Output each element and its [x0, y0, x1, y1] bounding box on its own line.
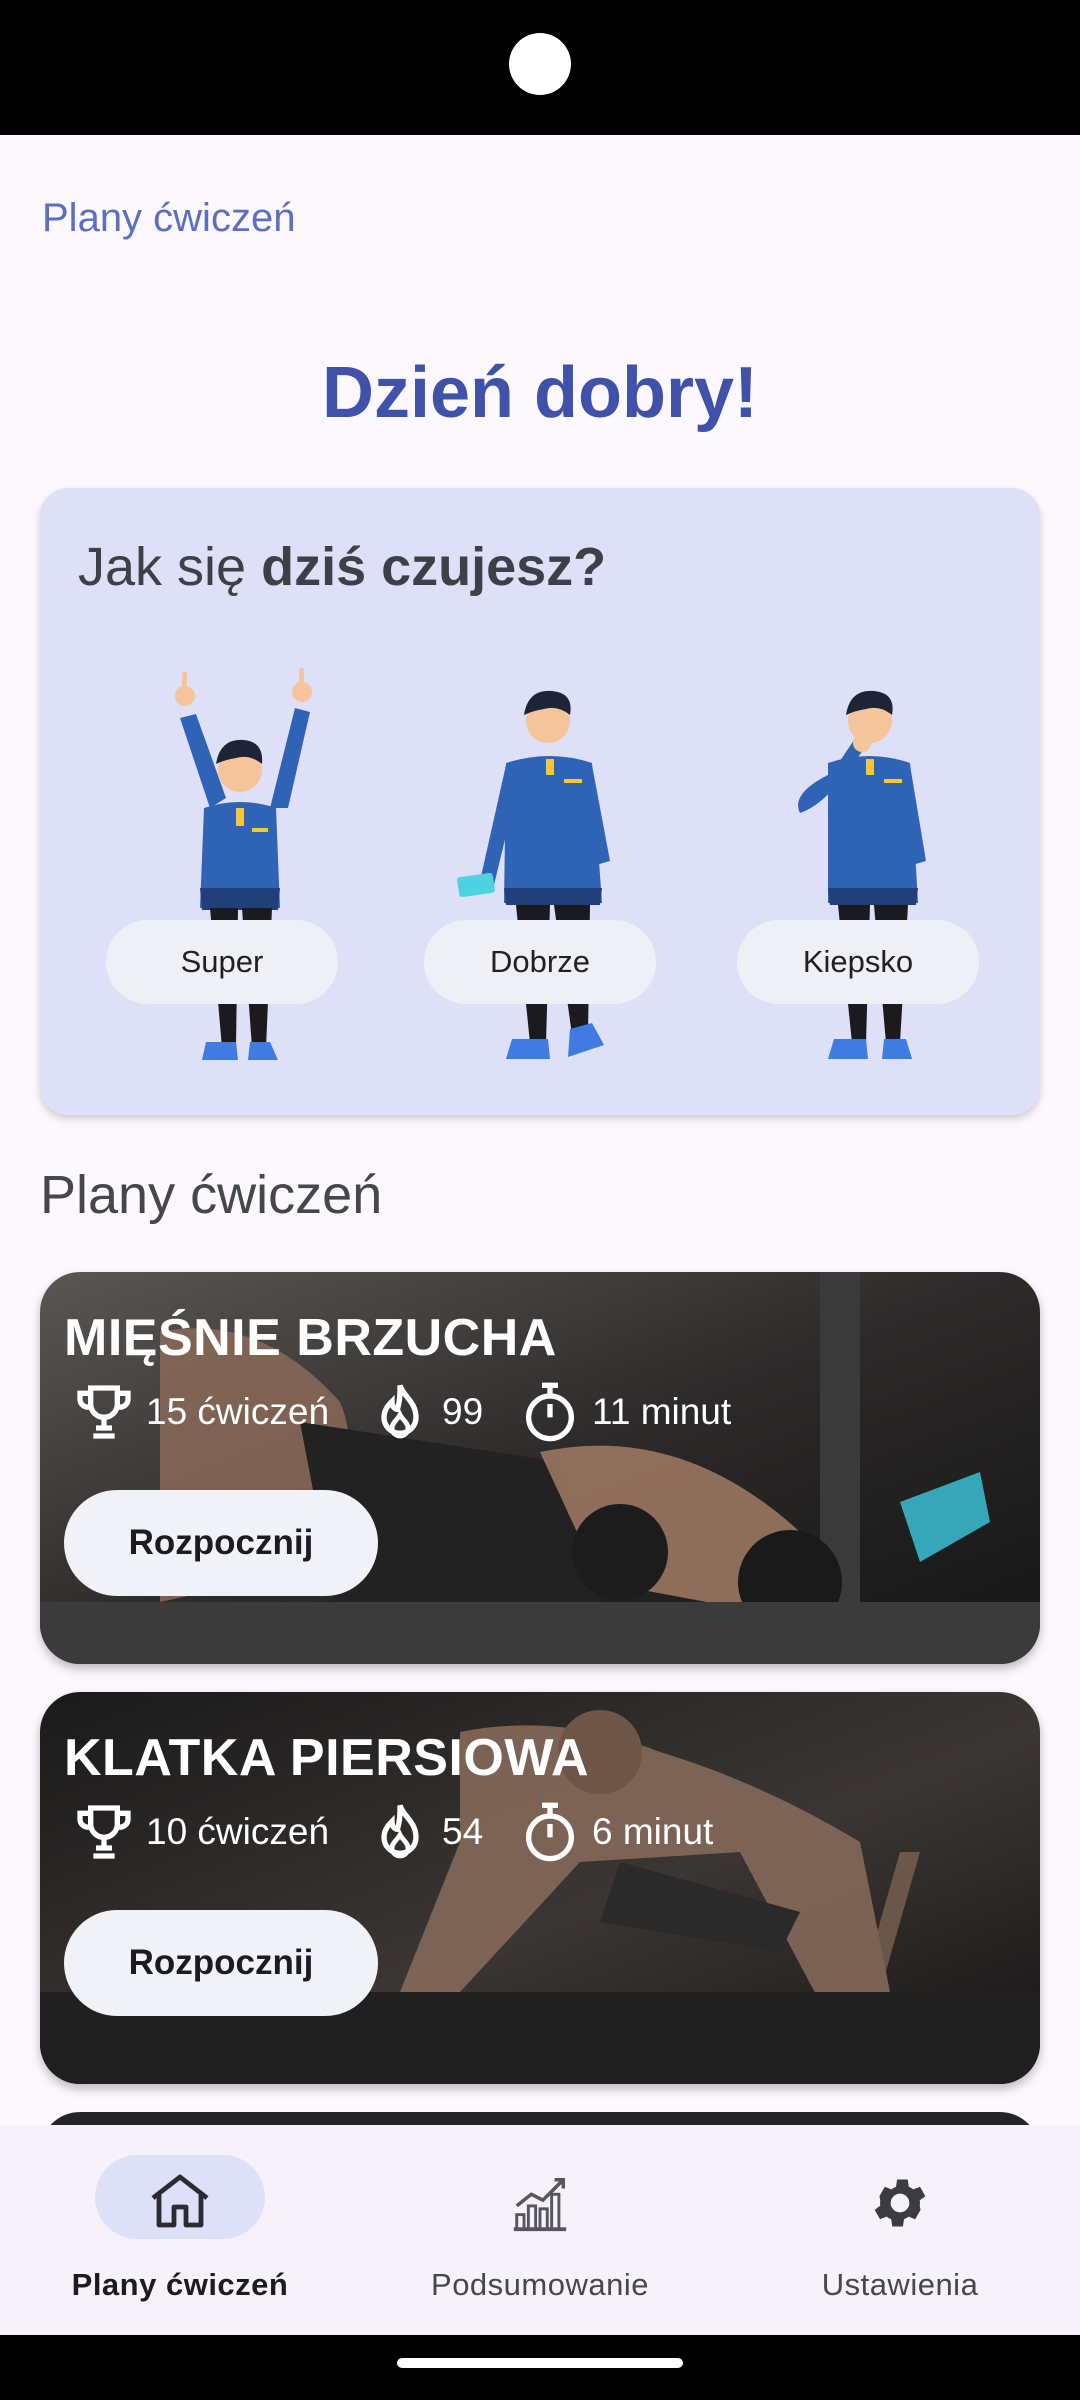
exercise-count-label: 15 ćwiczeń [146, 1391, 330, 1432]
status-bar [0, 0, 1080, 135]
plan-title: KLATKA PIERSIOWA [64, 1729, 590, 1787]
calories-stat: 99 [368, 1376, 483, 1448]
trophy-icon [77, 1385, 131, 1439]
trophy-icon [77, 1805, 131, 1859]
nav-label-plans: Plany ćwiczeń [71, 2267, 289, 2302]
mood-super-button[interactable]: Super [106, 920, 338, 1004]
calories-stat: 54 [368, 1796, 483, 1868]
start-button[interactable]: Rozpocznij [64, 1490, 378, 1596]
camera-cutout [509, 33, 571, 95]
exercise-count: 10 ćwiczeń [72, 1796, 329, 1868]
app-bar-title: Plany ćwiczeń [42, 196, 296, 240]
duration-label: 11 minut [592, 1391, 732, 1432]
plan-card-abs[interactable]: MIĘŚNIE BRZUCHA 15 ćwiczeń 99 11 minut R… [40, 1272, 1040, 1664]
duration-label: 6 minut [592, 1811, 714, 1852]
mood-bad-button[interactable]: Kiepsko [737, 920, 979, 1004]
mood-card: Jak się dziś czujesz? Super Dobrze Kieps… [40, 488, 1040, 1115]
start-button[interactable]: Rozpocznij [64, 1910, 378, 2016]
mood-good-button[interactable]: Dobrze [424, 920, 656, 1004]
chart-icon [513, 2177, 567, 2232]
nav-label-settings: Ustawienia [821, 2267, 979, 2302]
gesture-bar [0, 2335, 1080, 2400]
plan-card-chest[interactable]: KLATKA PIERSIOWA 10 ćwiczeń 54 6 minut R… [40, 1692, 1040, 2084]
exercise-count-label: 10 ćwiczeń [146, 1811, 330, 1852]
mood-question: Jak się dziś czujesz? [78, 536, 606, 598]
nav-label-summary: Podsumowanie [431, 2267, 649, 2302]
greeting-heading: Dzień dobry! [321, 353, 758, 433]
plans-section-title: Plany ćwiczeń [40, 1165, 383, 1225]
sad-person-illustration [798, 690, 926, 1059]
mood-question-bold: dziś czujesz? [261, 537, 607, 597]
excited-person-illustration [175, 668, 312, 1060]
nav-item-settings[interactable]: Ustawienia [720, 2125, 1080, 2335]
nav-item-summary[interactable]: Podsumowanie [360, 2125, 720, 2335]
calories-label: 99 [442, 1391, 484, 1432]
stopwatch-icon [526, 1382, 574, 1442]
gear-icon [874, 2179, 926, 2227]
happy-person-illustration [457, 690, 610, 1059]
mood-question-prefix: Jak się [78, 537, 262, 597]
flame-icon [381, 1384, 419, 1439]
nav-item-plans[interactable]: Plany ćwiczeń [0, 2125, 360, 2335]
exercise-count: 15 ćwiczeń [72, 1376, 329, 1448]
flame-icon [381, 1804, 419, 1859]
home-icon [151, 2174, 209, 2228]
stopwatch-icon [526, 1802, 574, 1862]
plan-title: MIĘŚNIE BRZUCHA [64, 1309, 557, 1367]
calories-label: 54 [442, 1811, 484, 1852]
duration-stat: 11 minut [518, 1376, 731, 1448]
home-indicator[interactable] [397, 2358, 683, 2368]
bottom-navigation: Plany ćwiczeń Podsumowanie Ustawienia [0, 2125, 1080, 2335]
duration-stat: 6 minut [518, 1796, 713, 1868]
